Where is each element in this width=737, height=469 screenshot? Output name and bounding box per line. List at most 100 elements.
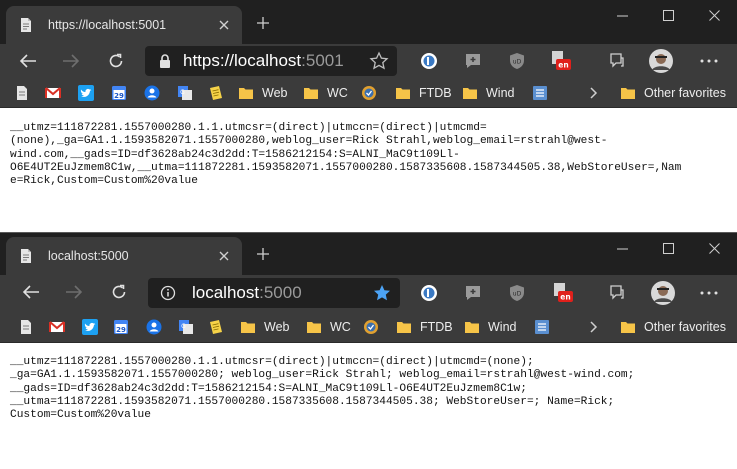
- bookmark-twitter[interactable]: [82, 318, 98, 336]
- bookmark-gmail[interactable]: [49, 318, 65, 336]
- bookmark-folder-web[interactable]: Web: [240, 318, 289, 336]
- bookmark-account[interactable]: [146, 318, 162, 336]
- bookmark-list-app[interactable]: [534, 318, 550, 336]
- bookmark-calendar[interactable]: 29: [111, 84, 127, 102]
- info-icon: [160, 285, 176, 301]
- minimize-icon: [616, 15, 628, 16]
- bookmark-calendar[interactable]: 29: [113, 318, 129, 336]
- star-icon[interactable]: [369, 51, 389, 71]
- bookmark-label: Other favorites: [644, 86, 726, 100]
- refresh-button[interactable]: [101, 47, 131, 75]
- url-text: localhost:5000: [192, 283, 372, 303]
- bookmark-folder-wc[interactable]: WC: [306, 318, 351, 336]
- close-window-button[interactable]: [691, 0, 737, 30]
- new-tab-button[interactable]: [250, 10, 276, 36]
- maximize-button[interactable]: [645, 0, 691, 30]
- more-icon: [700, 59, 718, 63]
- key-icon: [421, 53, 437, 69]
- cookie-line: e=Rick,Custom=Custom%20value: [10, 175, 198, 188]
- back-button[interactable]: [16, 278, 46, 306]
- more-menu-button[interactable]: [697, 281, 721, 305]
- folder-icon: [396, 88, 410, 99]
- translate-extension-button[interactable]: en: [549, 49, 573, 73]
- page-content: __utmz=111872281.1557000280.1.1.utmcsr=(…: [0, 119, 737, 189]
- folder-icon: [397, 322, 411, 333]
- password-extension-button[interactable]: [417, 281, 441, 305]
- ublock-extension-button[interactable]: uD: [505, 49, 529, 73]
- bookmark-label: Other favorites: [644, 320, 726, 334]
- forward-button[interactable]: [59, 278, 89, 306]
- new-tab-button[interactable]: [250, 241, 276, 267]
- minimize-button[interactable]: [599, 233, 645, 263]
- extension-badge: en: [558, 61, 568, 70]
- ublock-extension-button[interactable]: uD: [505, 281, 529, 305]
- translate-extension-button[interactable]: en: [551, 281, 575, 305]
- bookmark-list-app[interactable]: [532, 84, 548, 102]
- profile-button[interactable]: [651, 281, 675, 305]
- ublock-label: uD: [513, 291, 522, 298]
- browser-tab[interactable]: https://localhost:5001: [6, 6, 242, 44]
- url-host: localhost: [192, 283, 260, 302]
- bookmark-notes[interactable]: [208, 84, 224, 102]
- bookmark-folder-wind[interactable]: Wind: [462, 84, 514, 102]
- bookmark-translate[interactable]: G: [177, 84, 193, 102]
- address-bar[interactable]: localhost:5000: [148, 278, 400, 308]
- more-bookmarks-button[interactable]: [585, 318, 601, 336]
- more-icon: [700, 291, 718, 295]
- refresh-button[interactable]: [104, 278, 134, 306]
- folder-icon: [463, 88, 477, 99]
- calendar-day: 29: [114, 92, 124, 100]
- other-favorites-folder[interactable]: Other favorites: [620, 318, 726, 336]
- shield-icon: uD: [510, 53, 524, 69]
- browser-tab[interactable]: localhost:5000: [6, 237, 242, 275]
- key-icon: [421, 285, 437, 301]
- translator-icon: en: [554, 283, 573, 302]
- collections-icon: [610, 53, 624, 68]
- bookmark-translate[interactable]: G: [178, 318, 194, 336]
- bookmark-folder-ftdb[interactable]: FTDB: [395, 84, 452, 102]
- address-bar[interactable]: https://localhost:5001: [145, 46, 397, 76]
- bookmark-folder-wc[interactable]: WC: [303, 84, 348, 102]
- cookie-line: __gads=ID=df3628ab24c3d2dd:T=1586212154:…: [10, 382, 527, 395]
- other-favorites-folder[interactable]: Other favorites: [620, 84, 726, 102]
- extension-badge: en: [560, 293, 570, 302]
- folder-icon: [307, 322, 321, 333]
- bookmark-twitter[interactable]: [78, 84, 94, 102]
- cookie-line: Custom=Custom%20value: [10, 409, 151, 422]
- profile-button[interactable]: [649, 49, 673, 73]
- collections-button[interactable]: [605, 281, 629, 305]
- bookmark-extension-site[interactable]: [361, 84, 377, 102]
- page-content: __utmz=111872281.1557000280.1.1.utmcsr=(…: [0, 348, 737, 423]
- bookmark-folder-web[interactable]: Web: [238, 84, 287, 102]
- bookmark-extension-site[interactable]: [363, 318, 379, 336]
- close-window-button[interactable]: [691, 233, 737, 263]
- tab-close-button[interactable]: [210, 242, 238, 270]
- maximize-button[interactable]: [645, 233, 691, 263]
- tab-close-button[interactable]: [210, 11, 238, 39]
- bookmark-page[interactable]: [14, 84, 30, 102]
- forward-button[interactable]: [56, 47, 86, 75]
- more-menu-button[interactable]: [697, 49, 721, 73]
- translator-icon: en: [552, 51, 571, 70]
- bookmark-folder-ftdb[interactable]: FTDB: [396, 318, 453, 336]
- collections-button[interactable]: [605, 49, 629, 73]
- browser-window-https: https://localhost:5001 https://localhost…: [0, 0, 737, 231]
- back-button[interactable]: [13, 47, 43, 75]
- star-icon[interactable]: [372, 283, 392, 303]
- bookmark-account[interactable]: [144, 84, 160, 102]
- page-icon: [21, 18, 31, 32]
- user-icon: [144, 85, 160, 101]
- password-extension-button[interactable]: [417, 49, 441, 73]
- bookmark-notes[interactable]: [208, 318, 224, 336]
- navigation-toolbar: https://localhost:5001 uD en: [0, 44, 737, 78]
- minimize-button[interactable]: [599, 0, 645, 30]
- back-arrow-icon: [22, 285, 39, 299]
- browser-window-http: localhost:5000 localhost:5000 uD en 29 G…: [0, 232, 737, 469]
- bookmark-folder-wind[interactable]: Wind: [464, 318, 516, 336]
- bookmark-gmail[interactable]: [45, 84, 61, 102]
- more-bookmarks-button[interactable]: [585, 84, 601, 102]
- comment-extension-button[interactable]: [461, 49, 485, 73]
- bookmark-page[interactable]: [18, 318, 34, 336]
- page-icon: [17, 86, 27, 100]
- comment-extension-button[interactable]: [461, 281, 485, 305]
